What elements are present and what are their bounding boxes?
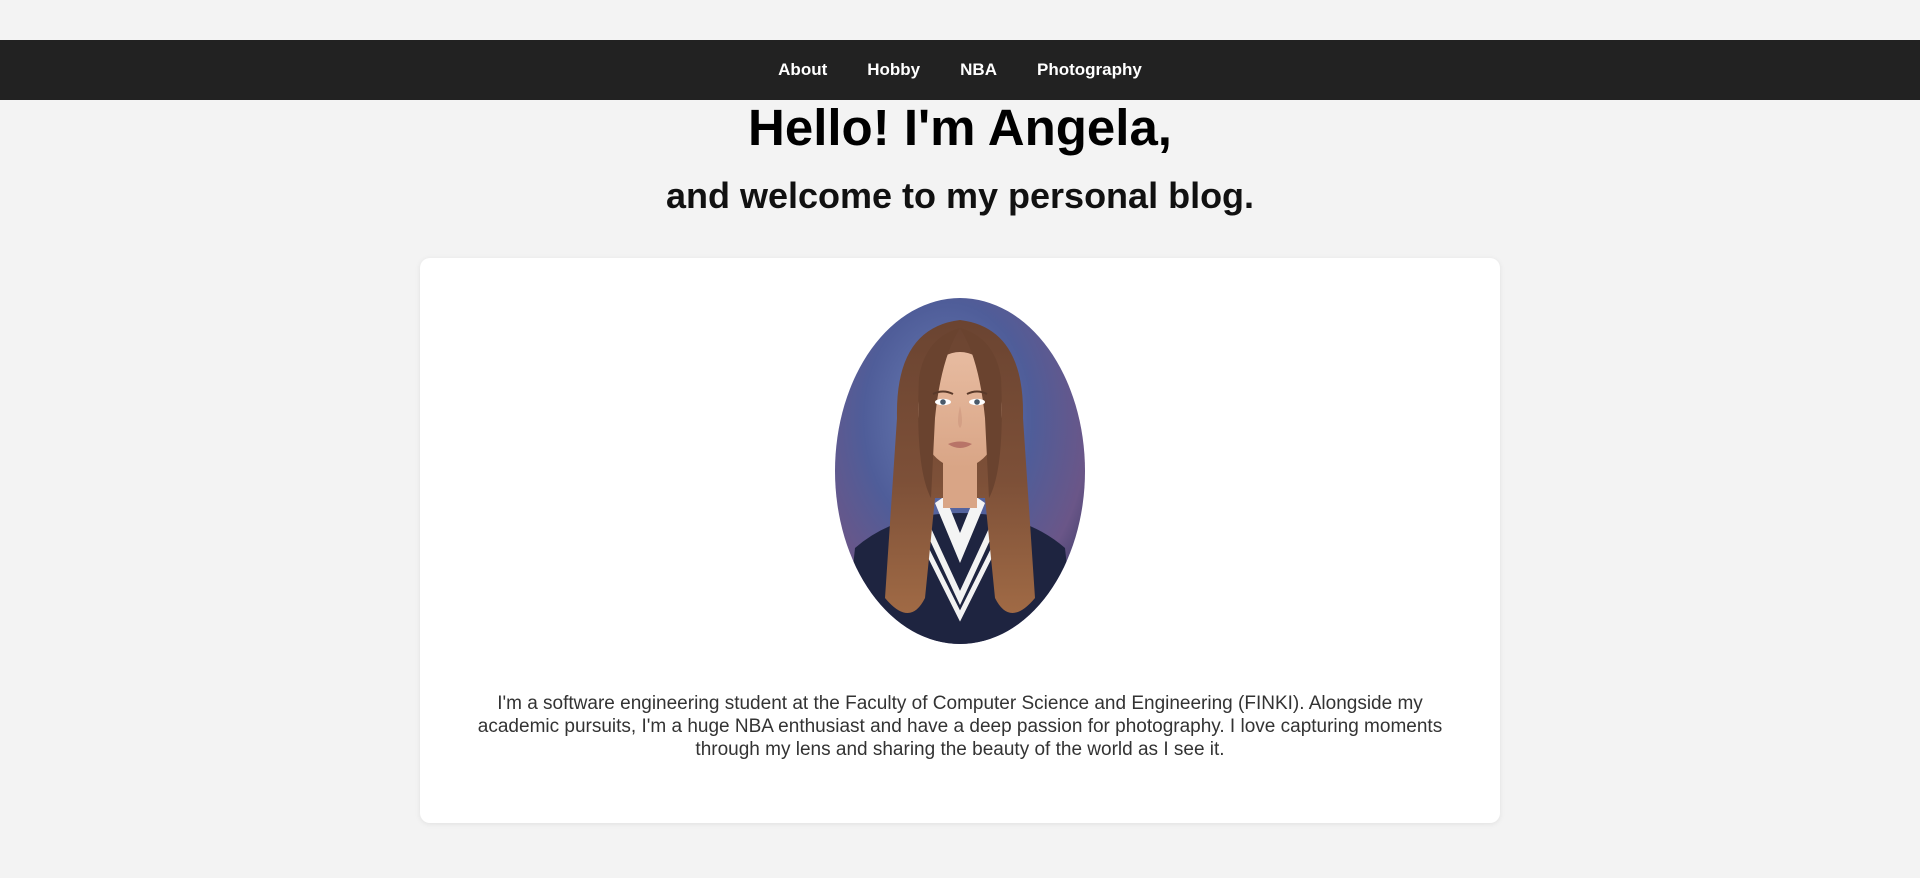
top-navigation-bar: About Hobby NBA Photography [0,40,1920,100]
profile-portrait-image [835,298,1085,644]
profile-card: I'm a software engineering student at th… [420,258,1500,823]
portrait-illustration [835,298,1085,644]
page-title: Hello! I'm Angela, [748,99,1172,156]
page-subtitle: and welcome to my personal blog. [665,175,1255,216]
nav-link-photography[interactable]: Photography [1037,60,1142,80]
bio-text: I'm a software engineering student at th… [477,693,1443,760]
nav-link-about[interactable]: About [778,60,827,80]
nav-link-hobby[interactable]: Hobby [867,60,920,80]
nav-link-nba[interactable]: NBA [960,60,997,80]
